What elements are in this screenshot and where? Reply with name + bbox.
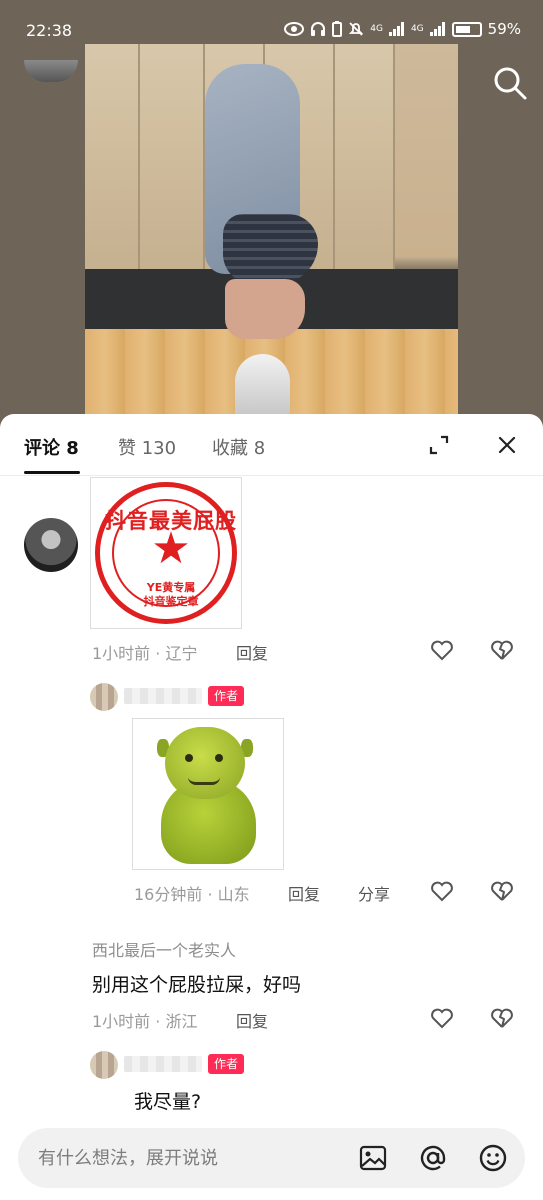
- comment-input-bar: [18, 1128, 525, 1188]
- avatar[interactable]: [90, 683, 118, 711]
- seal-text-line2: 抖音鉴定章: [143, 595, 199, 608]
- tab-likes[interactable]: 赞 130: [118, 434, 176, 460]
- close-icon[interactable]: [496, 434, 518, 456]
- heart-icon[interactable]: [429, 878, 455, 904]
- comment-text: 别用这个屁股拉屎，好吗: [92, 974, 302, 996]
- comment-tabs: 评论 8 赞 130 收藏 8: [0, 414, 543, 476]
- comment-meta: 1小时前 · 浙江: [92, 1012, 198, 1031]
- comment-sticker-seal[interactable]: 抖音最美屁股 ★ YE黄专属 抖音鉴定章: [90, 477, 242, 629]
- tab-favorites[interactable]: 收藏 8: [212, 434, 265, 460]
- network-label: 4G: [410, 24, 424, 34]
- shrek-mouth: [188, 777, 220, 785]
- avatar[interactable]: [90, 1051, 118, 1079]
- shrek-head: [165, 727, 245, 799]
- locker-panel: [85, 44, 140, 274]
- person-leg: [225, 279, 305, 339]
- locker-panel: [335, 44, 395, 274]
- seal-ring: 抖音最美屁股 ★ YE黄专属 抖音鉴定章: [95, 482, 237, 624]
- signal-icon: [388, 22, 404, 36]
- search-icon[interactable]: [492, 65, 528, 101]
- tab-underline: [24, 471, 80, 474]
- author-badge: 作者: [208, 686, 245, 706]
- comment-text: 我尽量?: [134, 1091, 202, 1113]
- status-icons: 4G 4G 59%: [284, 20, 521, 38]
- expand-icon[interactable]: [428, 434, 450, 456]
- star-icon: ★: [151, 523, 191, 574]
- share-button[interactable]: 分享: [358, 881, 390, 905]
- post-image-area: 22:38 4G 4G 59%: [0, 0, 543, 430]
- comment-username[interactable]: 西北最后一个老实人: [92, 937, 236, 961]
- comment-input[interactable]: [38, 1144, 338, 1172]
- emoji-icon[interactable]: [479, 1144, 507, 1172]
- network-label: 4G: [370, 24, 383, 34]
- shrek-eye: [215, 754, 223, 762]
- locker-panel: [140, 44, 205, 274]
- reply-button[interactable]: 回复: [288, 881, 320, 905]
- at-icon[interactable]: [419, 1144, 447, 1172]
- comment-sticker-shrek[interactable]: [132, 718, 284, 870]
- broken-heart-icon[interactable]: [489, 1005, 515, 1031]
- broken-heart-icon[interactable]: [489, 878, 515, 904]
- image-icon[interactable]: [359, 1144, 387, 1172]
- signal-icon: [429, 22, 445, 36]
- battery-icon: [451, 21, 482, 37]
- avatar[interactable]: [24, 518, 78, 572]
- eye-icon: [284, 22, 305, 36]
- broken-heart-icon[interactable]: [489, 637, 515, 663]
- person-shorts: [223, 214, 318, 284]
- username-blurred[interactable]: [124, 1056, 202, 1072]
- comment-meta: 1小时前 · 辽宁: [92, 644, 198, 663]
- reply-button[interactable]: 回复: [236, 640, 268, 664]
- headphones-icon: [311, 22, 326, 36]
- mute-bell-icon: [349, 22, 364, 36]
- battery-saver-icon: [332, 21, 343, 37]
- username-blurred[interactable]: [124, 688, 202, 704]
- comment-meta: 16分钟前 · 山东: [134, 885, 250, 904]
- author-badge: 作者: [208, 1054, 245, 1074]
- status-time: 22:38: [26, 21, 73, 40]
- heart-icon[interactable]: [429, 637, 455, 663]
- shrek-eye: [185, 754, 193, 762]
- heart-icon[interactable]: [429, 1005, 455, 1031]
- battery-percent: 59%: [487, 20, 521, 38]
- tab-comments[interactable]: 评论 8: [24, 434, 79, 460]
- post-photo[interactable]: [85, 44, 458, 430]
- reply-button[interactable]: 回复: [236, 1008, 268, 1032]
- status-bar: 22:38 4G 4G 59%: [0, 0, 543, 60]
